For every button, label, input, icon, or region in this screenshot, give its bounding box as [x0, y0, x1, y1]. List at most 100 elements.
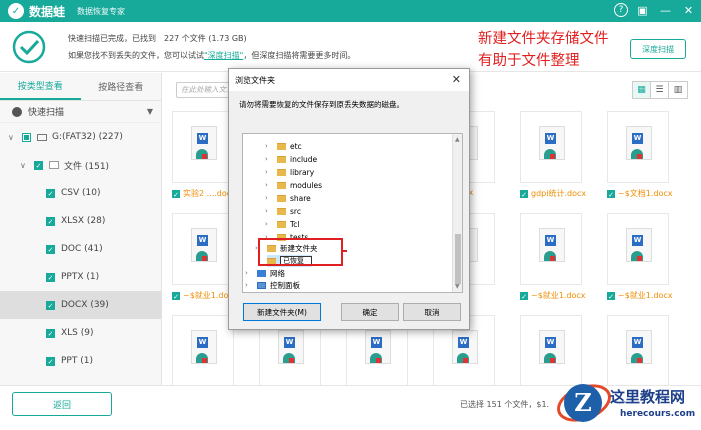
- file-label[interactable]: ✓ 实验2 ....docx: [172, 188, 236, 199]
- chevron-right-icon[interactable]: ›: [265, 168, 273, 176]
- checkbox[interactable]: ✓: [172, 291, 180, 301]
- file-card[interactable]: W: [172, 315, 234, 385]
- tab-by-type[interactable]: 按类型查看: [0, 73, 81, 100]
- checkbox[interactable]: [22, 132, 31, 142]
- checkbox[interactable]: ✓: [46, 272, 55, 282]
- tree-item-ppt[interactable]: ✓ PPT (1): [0, 347, 161, 375]
- file-label[interactable]: ✓~$就业1.docx: [607, 290, 673, 301]
- file-preview-mark: [202, 154, 207, 159]
- file-preview-mark: [376, 358, 381, 363]
- back-button[interactable]: 返回: [12, 392, 112, 416]
- deep-scan-button[interactable]: 深度扫描: [630, 39, 686, 59]
- word-badge: W: [197, 235, 208, 246]
- detail-view-icon[interactable]: ▥: [669, 82, 687, 98]
- tree-item-csv[interactable]: ✓ CSV (10): [0, 179, 161, 207]
- file-label[interactable]: ✓ ~$文档1.docx: [607, 188, 673, 199]
- word-badge: W: [371, 337, 382, 348]
- file-card[interactable]: W: [607, 111, 669, 183]
- file-card[interactable]: W: [172, 213, 234, 285]
- folder-item[interactable]: › library: [265, 166, 314, 178]
- checkbox[interactable]: ✓: [607, 291, 615, 301]
- tree-item-files[interactable]: ∨ ✓ 文件 (151): [0, 151, 161, 179]
- checkbox[interactable]: ✓: [46, 216, 55, 226]
- chevron-right-icon[interactable]: ›: [245, 281, 253, 289]
- checkbox[interactable]: ✓: [46, 328, 55, 338]
- close-icon[interactable]: ✕: [680, 2, 697, 19]
- save-icon[interactable]: ▣: [634, 2, 651, 19]
- chevron-right-icon[interactable]: ›: [265, 181, 273, 189]
- chevron-right-icon[interactable]: ›: [265, 233, 273, 241]
- red-annotation: 新建文件夹存储文件 有助于文件整理: [478, 31, 609, 69]
- checkbox[interactable]: ✓: [520, 291, 528, 301]
- deep-scan-link[interactable]: "深度扫描": [204, 51, 243, 60]
- checkbox[interactable]: ✓: [46, 300, 55, 310]
- file-preview-mark: [550, 358, 555, 363]
- checkbox[interactable]: ✓: [46, 356, 55, 366]
- folder-icon: [277, 194, 286, 202]
- chevron-right-icon[interactable]: ›: [255, 244, 263, 252]
- chevron-right-icon[interactable]: ›: [265, 220, 273, 228]
- chevron-right-icon[interactable]: ›: [265, 207, 273, 215]
- file-card[interactable]: W: [607, 315, 669, 385]
- dialog-close-icon[interactable]: ✕: [452, 73, 461, 86]
- checkbox[interactable]: ✓: [607, 189, 615, 199]
- folder-item[interactable]: › modules: [265, 179, 322, 191]
- ok-button[interactable]: 确定: [341, 303, 399, 321]
- tree-item-drive[interactable]: ∨ G:(FAT32) (227): [0, 123, 161, 151]
- quick-scan-dropdown[interactable]: 快速扫描 ▼: [0, 101, 161, 123]
- file-card[interactable]: W: [520, 315, 582, 385]
- tree-item-pptx[interactable]: ✓ PPTX (1): [0, 263, 161, 291]
- scroll-down-icon[interactable]: ▼: [455, 283, 460, 290]
- folder-tree[interactable]: › etc › include › library › modules › share ›…: [242, 133, 463, 293]
- tree-item-xls[interactable]: ✓ XLS (9): [0, 319, 161, 347]
- folder-name-input[interactable]: 已恢复: [280, 256, 312, 266]
- tree-scrollbar[interactable]: ▲ ▼: [452, 134, 462, 292]
- new-folder-button[interactable]: 新建文件夹(M): [243, 303, 321, 321]
- control-panel-item[interactable]: › 控制面板: [245, 279, 300, 291]
- watermark-title: 这里教程网: [610, 388, 686, 406]
- help-icon[interactable]: ?: [614, 3, 628, 17]
- folder-item[interactable]: › Tcl: [265, 218, 300, 230]
- chevron-right-icon[interactable]: ›: [245, 269, 253, 277]
- new-folder-item[interactable]: › 新建文件夹: [255, 242, 318, 254]
- chevron-right-icon[interactable]: ›: [265, 194, 273, 202]
- collapse-icon[interactable]: ∨: [8, 133, 16, 142]
- file-label[interactable]: ✓ gdpi统计.docx: [520, 188, 586, 199]
- tree-item-doc[interactable]: ✓ DOC (41): [0, 235, 161, 263]
- minimize-icon[interactable]: —: [657, 2, 674, 19]
- file-label[interactable]: ✓~$就业1.docx: [520, 290, 586, 301]
- scroll-up-icon[interactable]: ▲: [455, 136, 460, 143]
- cancel-button[interactable]: 取消: [403, 303, 461, 321]
- checkbox[interactable]: ✓: [46, 244, 55, 254]
- folder-item[interactable]: › etc: [265, 140, 302, 152]
- renaming-folder-item[interactable]: 已恢复: [267, 255, 312, 267]
- folder-icon: [277, 155, 286, 163]
- folder-item[interactable]: › src: [265, 205, 301, 217]
- checkbox[interactable]: ✓: [172, 189, 180, 199]
- selected-count-text: 已选择 151 个文件，$1.: [460, 400, 550, 409]
- tab-by-path[interactable]: 按路径查看: [81, 73, 162, 100]
- checkbox[interactable]: ✓: [46, 188, 55, 198]
- folder-icon: [267, 257, 276, 265]
- folder-item[interactable]: › include: [265, 153, 317, 165]
- chevron-right-icon[interactable]: ›: [265, 142, 273, 150]
- list-view-icon[interactable]: ☰: [651, 82, 669, 98]
- checkbox[interactable]: ✓: [34, 160, 43, 170]
- file-card[interactable]: W: [607, 213, 669, 285]
- file-card[interactable]: W: [520, 111, 582, 183]
- grid-view-icon[interactable]: ▦: [633, 82, 651, 98]
- file-card[interactable]: W: [172, 111, 234, 183]
- folder-icon: [277, 181, 286, 189]
- tree-item-docx[interactable]: ✓ DOCX (39): [0, 291, 161, 319]
- word-file-icon: W: [365, 330, 391, 364]
- folder-item[interactable]: › share: [265, 192, 311, 204]
- file-card[interactable]: W: [520, 213, 582, 285]
- scan-hint-text: 如果您找不到丢失的文件，您可以试试"深度扫描"，但深度扫描将需要更多时间。: [68, 51, 356, 60]
- word-file-icon: W: [191, 330, 217, 364]
- network-item[interactable]: › 网络: [245, 267, 285, 279]
- chevron-right-icon[interactable]: ›: [265, 155, 273, 163]
- checkbox[interactable]: ✓: [520, 189, 528, 199]
- scroll-thumb[interactable]: [455, 234, 461, 284]
- tree-item-xlsx[interactable]: ✓ XLSX (28): [0, 207, 161, 235]
- collapse-icon[interactable]: ∨: [20, 161, 28, 170]
